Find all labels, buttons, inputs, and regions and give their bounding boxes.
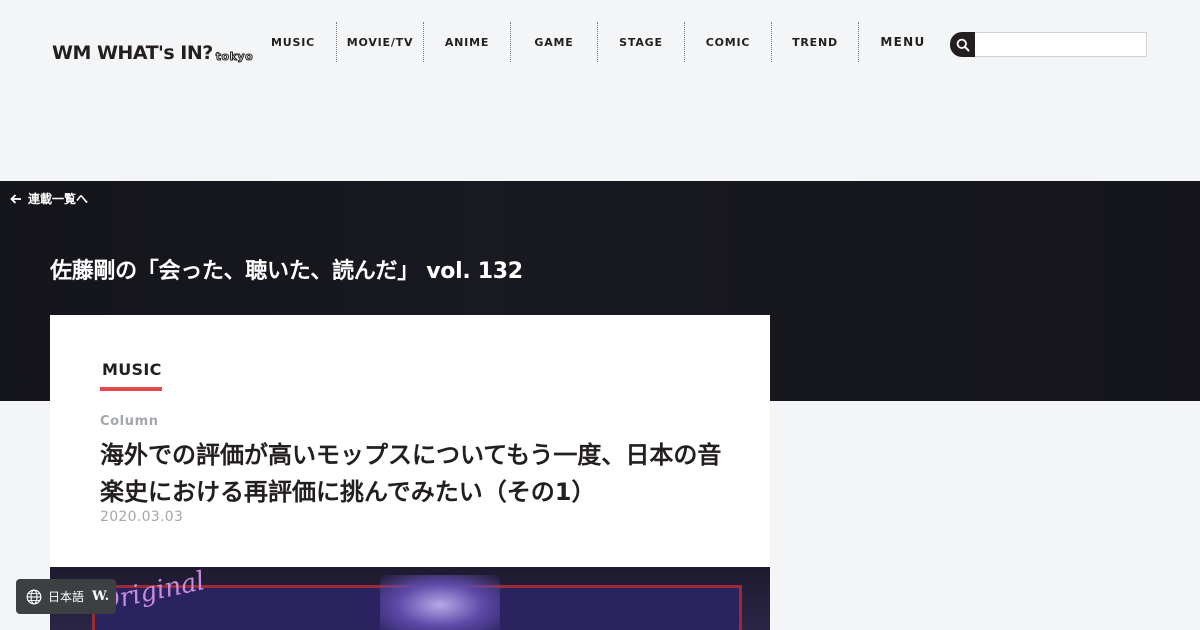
globe-icon <box>26 589 42 604</box>
search-box <box>950 32 1147 57</box>
search-icon <box>956 38 969 51</box>
search-button[interactable] <box>950 32 975 57</box>
article-type: Column <box>100 414 159 429</box>
article-hero-image: Original <box>50 567 770 630</box>
search-input[interactable] <box>975 32 1147 57</box>
language-label: 日本語 <box>48 590 85 604</box>
main-nav: MUSIC MOVIE/TV ANIME GAME STAGE COMIC TR… <box>250 22 947 62</box>
site-logo[interactable]: WM WHAT's IN? tokyo <box>52 40 253 66</box>
language-switcher[interactable]: 日本語 W. <box>16 579 116 614</box>
nav-menu[interactable]: MENU <box>859 22 947 62</box>
album-cover-light <box>380 575 500 630</box>
nav-movie-tv[interactable]: MOVIE/TV <box>337 22 424 62</box>
arrow-left-icon <box>10 193 21 204</box>
article-title: 海外での評価が高いモップスについてもう一度、日本の音楽史における再評価に挑んでみ… <box>100 441 722 506</box>
nav-stage[interactable]: STAGE <box>598 22 685 62</box>
nav-music[interactable]: MUSIC <box>250 22 337 62</box>
site-header: WM WHAT's IN? tokyo MUSIC MOVIE/TV ANIME… <box>0 0 1200 84</box>
nav-anime[interactable]: ANIME <box>424 22 511 62</box>
category-underline <box>100 387 162 391</box>
series-title: 佐藤剛の「会った、聴いた、読んだ」 vol. 132 <box>50 259 523 284</box>
back-to-series-link[interactable]: 連載一覧へ <box>10 190 88 207</box>
publish-date: 2020.03.03 <box>100 509 184 525</box>
nav-game[interactable]: GAME <box>511 22 598 62</box>
nav-trend[interactable]: TREND <box>772 22 859 62</box>
category-label[interactable]: MUSIC <box>102 360 162 379</box>
nav-comic[interactable]: COMIC <box>685 22 772 62</box>
translation-logo: W. <box>92 589 110 604</box>
article-card: MUSIC Column 海外での評価が高いモップスについてもう一度、日本の音楽… <box>50 315 770 567</box>
logo-sub-text: tokyo <box>215 50 254 64</box>
back-link-label: 連載一覧へ <box>28 192 89 206</box>
logo-main-text: WM WHAT's IN? <box>52 42 213 64</box>
